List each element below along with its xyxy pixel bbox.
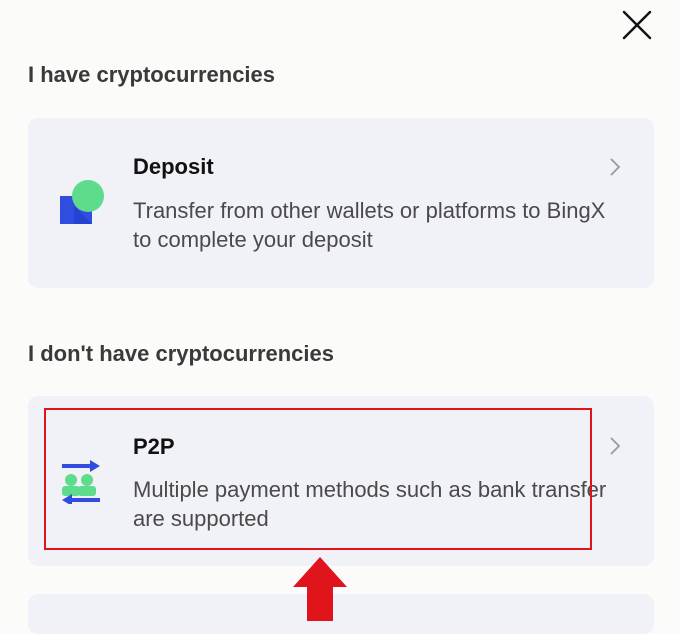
up-arrow-icon <box>293 557 347 621</box>
chevron-right-icon <box>610 158 621 176</box>
deposit-card[interactable]: Deposit Transfer from other wallets or p… <box>28 118 654 288</box>
deposit-icon <box>60 180 104 224</box>
deposit-description: Transfer from other wallets or platforms… <box>133 198 606 252</box>
close-icon[interactable] <box>618 6 656 44</box>
section-title-have-crypto: I have cryptocurrencies <box>28 62 276 87</box>
section-title-no-crypto: I don't have cryptocurrencies <box>28 341 334 366</box>
highlight-box <box>44 408 592 550</box>
chevron-right-icon <box>610 437 621 455</box>
deposit-title: Deposit <box>133 154 214 179</box>
